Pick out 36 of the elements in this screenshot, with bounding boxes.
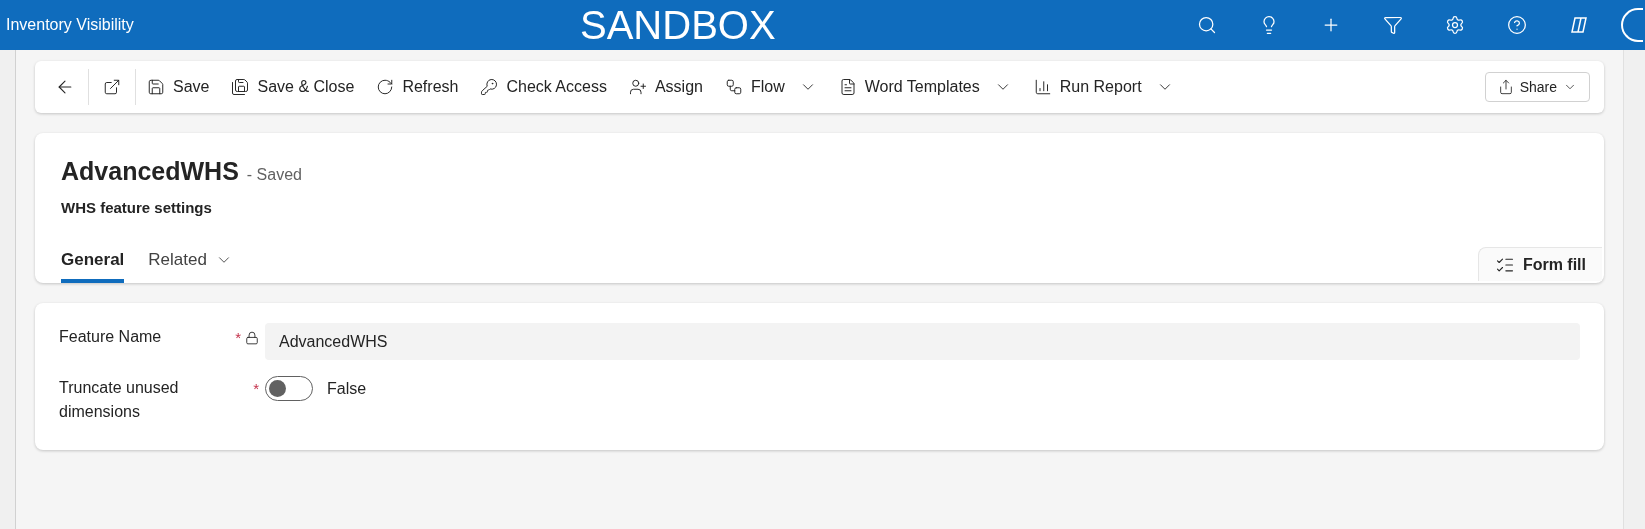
record-title: AdvancedWHS	[61, 156, 239, 187]
command-button[interactable]: Save & Close	[223, 67, 363, 107]
flow-icon	[724, 78, 743, 96]
report-icon	[1033, 78, 1052, 96]
required-mark: *	[235, 328, 241, 348]
scrollbar-track[interactable]	[1623, 50, 1645, 529]
share-button[interactable]: Share	[1484, 72, 1590, 102]
required-mark: *	[253, 379, 259, 399]
environment-label: SANDBOX	[580, 5, 776, 45]
refresh-icon	[376, 78, 395, 96]
toggle-value: False	[327, 378, 367, 399]
share-icon	[1497, 79, 1514, 95]
save-all-icon	[231, 78, 250, 96]
command-button[interactable]: Refresh	[368, 67, 467, 107]
field-label: Feature Name	[59, 327, 163, 347]
command-button[interactable]: Flow	[716, 67, 825, 107]
tab[interactable]: Related	[148, 241, 233, 283]
person-add-icon	[628, 78, 647, 96]
tab[interactable]: General	[61, 241, 125, 283]
toggle-switch[interactable]	[265, 376, 313, 401]
record-subtitle: WHS feature settings	[61, 197, 212, 218]
form-fill-button[interactable]: Form fill	[1477, 247, 1602, 281]
document-icon	[838, 78, 857, 96]
command-button[interactable]: Run Report	[1025, 67, 1182, 107]
input-field[interactable]: AdvancedWHS	[265, 323, 1580, 360]
avatar-icon[interactable]	[1621, 8, 1643, 42]
command-button[interactable]: Assign	[620, 67, 711, 107]
app-title[interactable]: Inventory Visibility	[0, 13, 580, 37]
popout-icon	[103, 78, 121, 96]
save-icon	[147, 78, 165, 96]
command-button[interactable]: Word Templates	[830, 67, 1020, 107]
field-label: Truncate unused dimensions	[59, 378, 180, 422]
command-button[interactable]: Check Access	[472, 67, 615, 107]
command-button[interactable]: Save	[139, 67, 218, 107]
save-status: - Saved	[246, 165, 302, 185]
key-icon	[480, 78, 499, 96]
